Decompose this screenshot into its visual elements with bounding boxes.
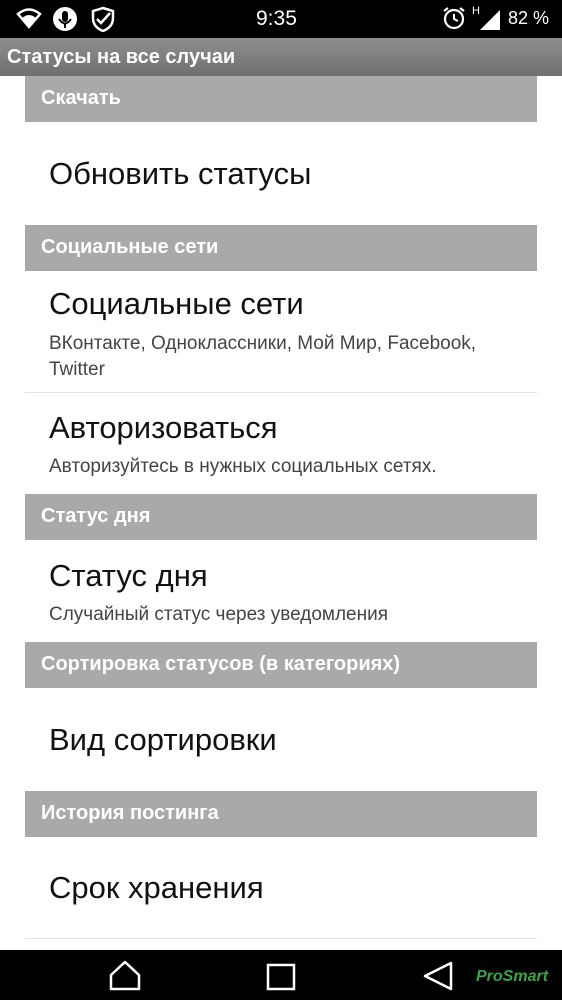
signal-icon: H [472, 4, 502, 37]
divider [25, 938, 537, 939]
watermark-logo: ProSmart [476, 968, 549, 985]
status-bar: 9:35 H 82 % [0, 0, 562, 38]
microphone-icon [52, 6, 78, 37]
section-header-social: Социальные сети [25, 225, 537, 271]
pref-title: Вид сортировки [49, 722, 277, 757]
shield-check-icon [90, 6, 116, 37]
screen: 9:35 H 82 % Статусы на все случаи Скачат… [0, 0, 562, 1000]
section-header-label: Сортировка статусов (в категориях) [41, 653, 401, 675]
section-header-history: История постинга [25, 791, 537, 837]
pref-summary: Случайный статус через уведомления [49, 604, 389, 625]
wifi-icon [16, 6, 42, 35]
home-icon[interactable] [108, 959, 142, 996]
app-bar: Статусы на все случаи [0, 38, 562, 76]
section-header-download: Скачать [25, 76, 537, 122]
section-header-status-of-day: Статус дня [25, 494, 537, 540]
navigation-bar: ProSmart [0, 950, 562, 1000]
app-title: Статусы на все случаи [7, 46, 236, 68]
section-header-sorting: Сортировка статусов (в категориях) [25, 642, 537, 688]
back-icon[interactable] [422, 961, 454, 996]
battery-percent: 82 % [508, 8, 550, 28]
pref-title: Авторизоваться [49, 410, 278, 445]
clock-time: 9:35 [256, 7, 297, 30]
pref-summary: Авторизуйтесь в нужных социальных сетях. [49, 456, 437, 477]
pref-title: Обновить статусы [49, 156, 312, 191]
alarm-icon [442, 6, 466, 35]
section-header-label: История постинга [41, 802, 219, 824]
recents-icon[interactable] [266, 963, 296, 996]
network-type-text: H [472, 5, 480, 17]
pref-title: Срок хранения [49, 870, 264, 905]
pref-title: Социальные сети [49, 286, 304, 321]
pref-title: Статус дня [49, 558, 208, 593]
preference-list[interactable]: Скачать Обновить статусы Социальные сети… [0, 76, 562, 950]
section-header-label: Социальные сети [41, 236, 219, 258]
pref-summary: ВКонтакте, Одноклассники, Мой Мир, Faceb… [49, 333, 477, 380]
divider [25, 392, 537, 393]
section-header-label: Статус дня [41, 505, 151, 527]
section-header-label: Скачать [41, 87, 121, 109]
